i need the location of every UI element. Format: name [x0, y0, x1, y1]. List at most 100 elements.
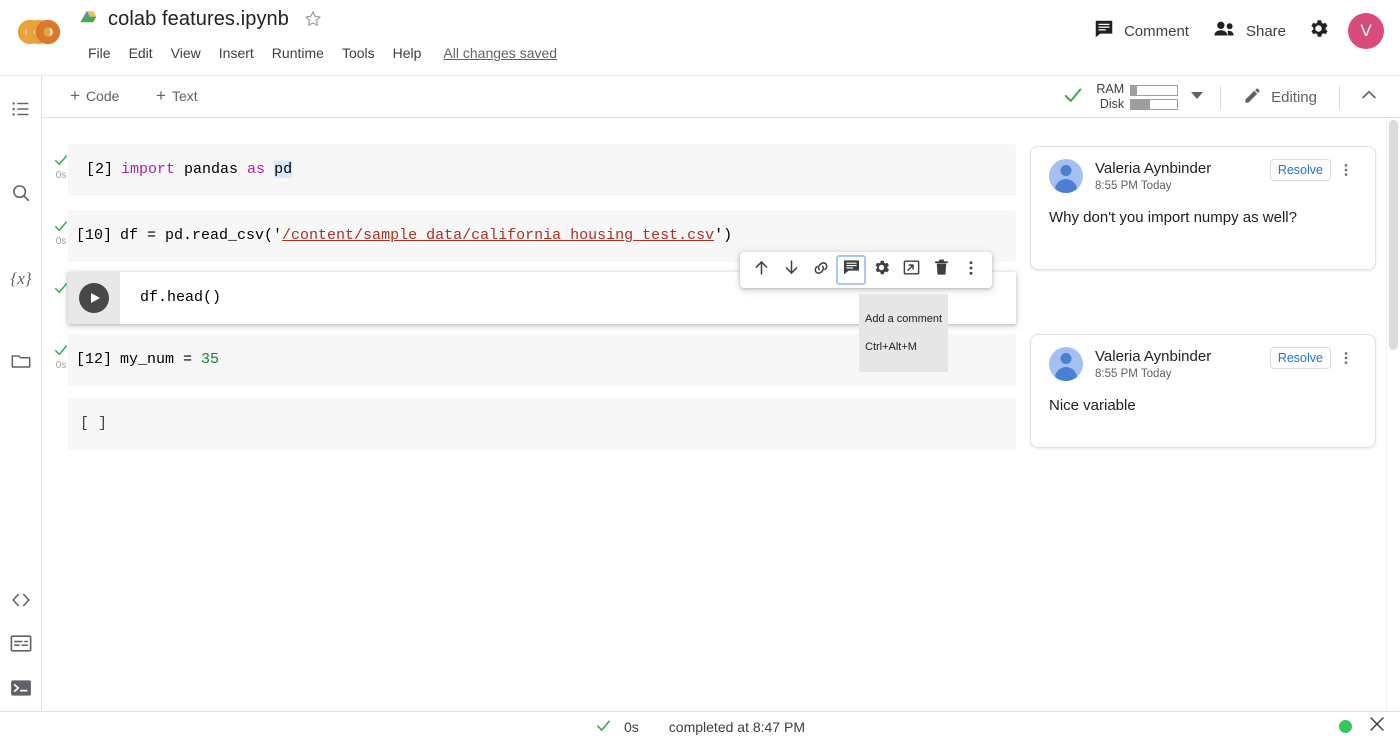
share-button[interactable]: Share	[1201, 11, 1298, 51]
variables-icon: {x}	[10, 269, 32, 288]
code-token-path-string[interactable]: /content/sample_data/california_housing_…	[282, 227, 714, 244]
connected-check-icon	[1062, 84, 1084, 111]
mirror-cell-in-tab-button[interactable]	[896, 255, 926, 285]
sidebar-item-terminal[interactable]	[0, 668, 42, 712]
menu-item-runtime[interactable]: Runtime	[264, 41, 332, 65]
star-icon[interactable]	[303, 9, 323, 29]
menu-bar: File Edit View Insert Runtime Tools Help…	[80, 41, 557, 65]
menu-item-file[interactable]: File	[80, 41, 119, 65]
settings-button[interactable]	[1298, 11, 1338, 51]
comment-header: Valeria Aynbinder 8:55 PM Today Resolve	[1049, 347, 1357, 382]
add-code-cell-button[interactable]: + Code	[62, 84, 127, 107]
sidebar-item-table-of-contents[interactable]	[0, 89, 42, 133]
link-to-cell-button[interactable]	[806, 255, 836, 285]
cell-code-content[interactable]: [2] import pandas as pd	[86, 160, 293, 180]
tooltip-title: Add a comment	[865, 313, 943, 325]
delete-cell-button[interactable]	[926, 255, 956, 285]
ram-label: RAM	[1096, 82, 1125, 96]
close-status-bar-button[interactable]	[1368, 715, 1386, 738]
status-text: completed at 8:47 PM	[668, 718, 805, 735]
add-comment-tooltip: Add a comment Ctrl+Alt+M	[859, 294, 949, 372]
resource-usage-indicator[interactable]: RAM Disk	[1092, 80, 1208, 114]
cell-settings-icon	[872, 258, 891, 282]
more-vert-icon	[1338, 350, 1354, 371]
colab-logo[interactable]	[12, 12, 64, 52]
sidebar-item-code-snippets[interactable]	[0, 580, 42, 624]
link-to-cell-icon	[811, 258, 831, 283]
chevron-up-icon	[1359, 85, 1379, 110]
add-comment-icon	[842, 258, 861, 282]
disk-label: Disk	[1099, 97, 1125, 111]
ram-usage-bar	[1130, 84, 1179, 96]
execution-status: 0s completed at 8:47 PM	[595, 717, 805, 737]
resolve-button[interactable]: Resolve	[1269, 159, 1331, 181]
toolbar-divider	[1339, 85, 1340, 109]
menu-item-edit[interactable]: Edit	[121, 41, 161, 65]
code-token-plain: df.head()	[140, 289, 222, 306]
cell-prompt[interactable]: [ ]	[80, 414, 107, 434]
add-text-label: Text	[171, 87, 198, 104]
code-token-plain: df = pd.read_csv('	[120, 227, 283, 244]
vertical-scrollbar[interactable]	[1386, 118, 1400, 715]
play-icon	[79, 283, 109, 313]
pencil-icon	[1243, 86, 1262, 109]
terminal-icon	[10, 679, 32, 702]
header-actions: Comment Share V	[1081, 10, 1384, 52]
code-token-plain: my_num =	[120, 351, 202, 368]
chevron-down-icon[interactable]	[1190, 88, 1204, 107]
share-button-label: Share	[1245, 22, 1286, 40]
comment-card[interactable]: Valeria Aynbinder 8:55 PM Today Resolve …	[1030, 146, 1376, 270]
menu-item-view[interactable]: View	[163, 41, 209, 65]
comment-more-button[interactable]	[1335, 347, 1357, 373]
comment-card[interactable]: Valeria Aynbinder 8:55 PM Today Resolve …	[1030, 334, 1376, 448]
cell-code-content[interactable]: df.head()	[140, 288, 221, 308]
menu-item-tools[interactable]: Tools	[334, 41, 383, 65]
comment-more-button[interactable]	[1335, 159, 1357, 185]
status-indicator-dot	[1339, 720, 1352, 733]
comment-meta: Valeria Aynbinder 8:55 PM Today	[1095, 347, 1270, 382]
status-exec-time: 0s	[624, 718, 639, 735]
move-cell-up-button[interactable]	[746, 255, 776, 285]
table-of-contents-icon	[10, 98, 32, 125]
sidebar-item-files[interactable]	[0, 341, 42, 385]
comment-timestamp: 8:55 PM Today	[1095, 180, 1172, 192]
notebook-cell-empty[interactable]: [ ]	[42, 398, 1042, 450]
editing-mode-button[interactable]: Editing	[1233, 80, 1327, 115]
run-cell-button[interactable]	[68, 272, 120, 324]
move-cell-down-button[interactable]	[776, 255, 806, 285]
search-icon	[10, 182, 32, 209]
resolve-button[interactable]: Resolve	[1269, 347, 1331, 369]
comment-icon	[1093, 18, 1115, 44]
more-cell-actions-button[interactable]	[956, 255, 986, 285]
avatar	[1049, 159, 1083, 193]
cell-settings-button[interactable]	[866, 255, 896, 285]
sidebar-item-variables[interactable]: {x}	[0, 257, 42, 301]
cell-code-content[interactable]: [12] my_num = 35	[76, 350, 219, 370]
notebook-cell[interactable]: 0s [2] import pandas as pd	[42, 144, 1042, 196]
colab-app: colab features.ipynb File Edit View Inse…	[0, 0, 1400, 741]
mirror-cell-in-tab-icon	[902, 258, 921, 282]
save-status[interactable]: All changes saved	[443, 44, 557, 62]
code-token-keyword: import	[121, 161, 185, 178]
page-title[interactable]: colab features.ipynb	[108, 6, 289, 32]
plus-icon: +	[70, 86, 80, 105]
sidebar-item-command-palette[interactable]	[0, 624, 42, 668]
menu-item-help[interactable]: Help	[385, 41, 430, 65]
comment-author: Valeria Aynbinder	[1095, 160, 1212, 177]
plus-icon: +	[156, 86, 166, 105]
collapse-toolbar-button[interactable]	[1352, 80, 1386, 114]
code-token-plain: pandas	[184, 161, 248, 178]
menu-item-insert[interactable]: Insert	[211, 41, 262, 65]
move-cell-up-icon	[752, 258, 771, 282]
comment-meta: Valeria Aynbinder 8:55 PM Today	[1095, 159, 1270, 194]
document-title-row: colab features.ipynb	[80, 6, 323, 32]
delete-cell-icon	[932, 258, 951, 282]
ram-disk-bars	[1130, 84, 1179, 110]
avatar[interactable]: V	[1348, 13, 1384, 49]
scrollbar-thumb[interactable]	[1389, 120, 1398, 350]
cell-code-content[interactable]: [10] df = pd.read_csv('/content/sample_da…	[76, 226, 732, 246]
add-text-cell-button[interactable]: + Text	[148, 84, 206, 107]
add-comment-button[interactable]	[836, 255, 866, 285]
comment-button[interactable]: Comment	[1081, 10, 1201, 52]
sidebar-item-search[interactable]	[0, 173, 42, 217]
